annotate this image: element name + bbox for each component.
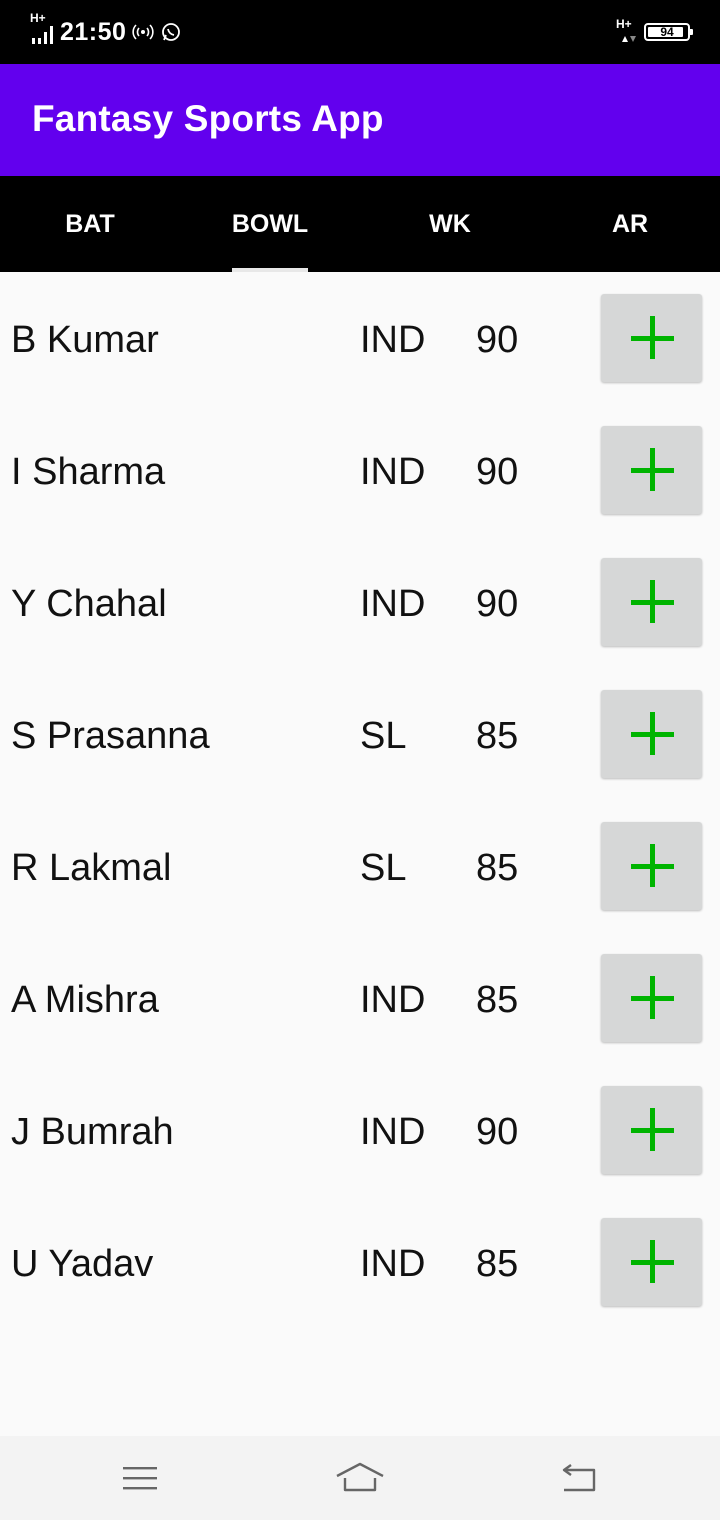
status-time: 21:50 bbox=[60, 17, 127, 46]
player-team: IND bbox=[360, 318, 426, 361]
add-player-button[interactable] bbox=[601, 294, 702, 382]
player-row: R Lakmal SL 85 bbox=[0, 800, 720, 932]
add-player-button[interactable] bbox=[601, 558, 702, 646]
whatsapp-icon bbox=[162, 23, 181, 41]
player-team: IND bbox=[360, 978, 426, 1021]
tab-bat[interactable]: BAT bbox=[0, 176, 180, 272]
tab-bowl[interactable]: BOWL bbox=[180, 176, 360, 272]
player-row: B Kumar IND 90 bbox=[0, 272, 720, 404]
tab-bar: BAT BOWL WK AR bbox=[0, 176, 720, 272]
add-player-button[interactable] bbox=[601, 1086, 702, 1174]
tab-label: AR bbox=[611, 209, 649, 238]
player-row: U Yadav IND 85 bbox=[0, 1196, 720, 1328]
player-team: IND bbox=[360, 1110, 426, 1153]
hotspot-icon bbox=[132, 24, 155, 40]
add-player-button[interactable] bbox=[601, 426, 702, 514]
player-name: I Sharma bbox=[11, 450, 166, 493]
nav-back-button[interactable] bbox=[548, 1454, 608, 1502]
player-name: U Yadav bbox=[11, 1242, 154, 1285]
player-name: A Mishra bbox=[11, 978, 159, 1021]
player-name: S Prasanna bbox=[11, 714, 210, 757]
player-team: IND bbox=[360, 1242, 426, 1285]
player-team: IND bbox=[360, 582, 426, 625]
network-type-right: H+ bbox=[616, 17, 632, 31]
app-title: Fantasy Sports App bbox=[32, 98, 384, 139]
add-player-button[interactable] bbox=[601, 1218, 702, 1306]
add-player-button[interactable] bbox=[601, 690, 702, 778]
tab-label: WK bbox=[429, 209, 471, 238]
mobile-data-icon: H+ bbox=[616, 18, 636, 46]
player-points: 90 bbox=[476, 318, 519, 361]
navigation-bar bbox=[0, 1436, 720, 1520]
home-icon bbox=[336, 1462, 384, 1492]
player-team: SL bbox=[360, 714, 407, 757]
player-points: 85 bbox=[476, 714, 519, 757]
player-team: SL bbox=[360, 846, 407, 889]
tab-label: BAT bbox=[65, 209, 115, 238]
player-row: A Mishra IND 85 bbox=[0, 932, 720, 1064]
status-right: H+ 94 bbox=[616, 16, 693, 48]
app-bar: Fantasy Sports App bbox=[0, 64, 720, 176]
player-row: I Sharma IND 90 bbox=[0, 404, 720, 536]
battery-level: 94 bbox=[660, 25, 674, 39]
status-left: H+ 21:50 bbox=[30, 11, 182, 50]
player-list: B Kumar IND 90 I Sharma IND 90 Y Chahal … bbox=[0, 272, 720, 1328]
add-player-button[interactable] bbox=[601, 822, 702, 910]
tab-ar[interactable]: AR bbox=[540, 176, 720, 272]
player-points: 90 bbox=[476, 582, 519, 625]
status-bar: H+ 21:50 H+ 94 bbox=[0, 0, 720, 64]
player-points: 85 bbox=[476, 978, 519, 1021]
player-row: Y Chahal IND 90 bbox=[0, 536, 720, 668]
player-points: 90 bbox=[476, 1110, 519, 1153]
player-name: R Lakmal bbox=[11, 846, 172, 889]
player-row: S Prasanna SL 85 bbox=[0, 668, 720, 800]
player-name: Y Chahal bbox=[11, 582, 167, 625]
back-icon bbox=[562, 1464, 596, 1492]
player-team: IND bbox=[360, 450, 426, 493]
player-points: 85 bbox=[476, 846, 519, 889]
add-player-button[interactable] bbox=[601, 954, 702, 1042]
player-points: 85 bbox=[476, 1242, 519, 1285]
tab-label: BOWL bbox=[231, 209, 309, 238]
battery-icon: 94 bbox=[644, 23, 693, 41]
player-name: B Kumar bbox=[11, 318, 159, 361]
player-row: J Bumrah IND 90 bbox=[0, 1064, 720, 1196]
player-points: 90 bbox=[476, 450, 519, 493]
player-name: J Bumrah bbox=[11, 1110, 174, 1153]
menu-icon bbox=[123, 1467, 157, 1490]
tab-wk[interactable]: WK bbox=[360, 176, 540, 272]
data-arrows-icon bbox=[622, 36, 636, 42]
nav-menu-button[interactable] bbox=[110, 1454, 170, 1502]
network-type-left: H+ bbox=[30, 11, 46, 25]
nav-home-button[interactable] bbox=[330, 1454, 390, 1502]
